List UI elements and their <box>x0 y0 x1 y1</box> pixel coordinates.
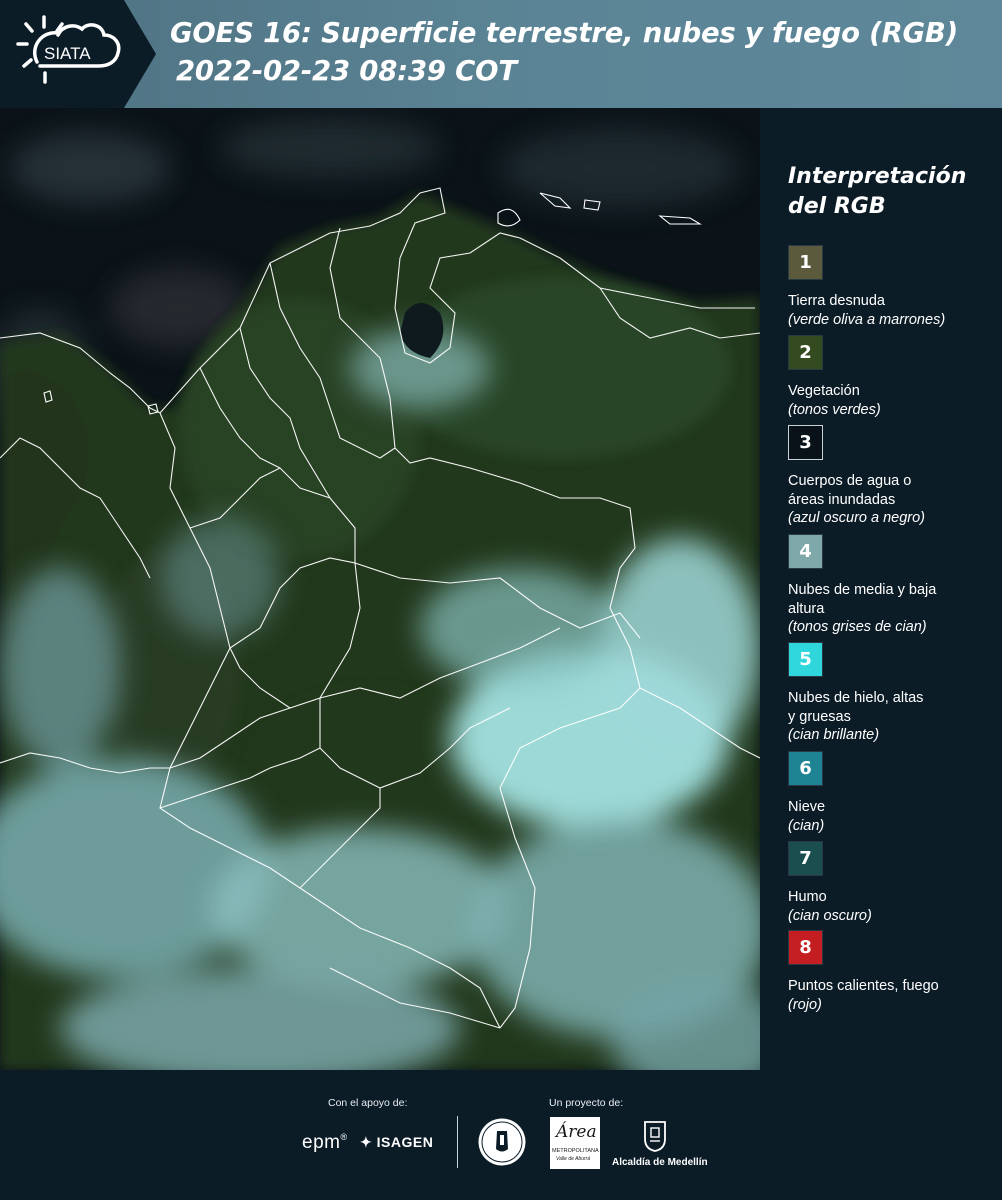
legend-label: Tierra desnuda <box>788 293 885 309</box>
isagen-logo: ✦ ISAGEN <box>360 1134 434 1150</box>
title-timestamp: 2022-02-23 08:39 COT <box>176 55 517 87</box>
satellite-map[interactable] <box>0 108 760 1070</box>
legend-label: Vegetación <box>788 383 860 399</box>
area-metropolitana-small: METROPOLITANA <box>552 1148 599 1154</box>
project-label: Un proyecto de: <box>549 1097 624 1109</box>
legend-swatch: 6 <box>788 751 823 786</box>
sun-cloud-icon: SIATA <box>16 15 121 84</box>
coat-of-arms-icon <box>644 1121 666 1152</box>
header: SIATA GOES 16: Superficie terrestre, nub… <box>0 0 1002 108</box>
legend-item-mid-low-clouds: 4 Nubes de media y baja altura (tonos gr… <box>788 534 948 637</box>
legend-note: (azul oscuro a negro) <box>788 510 926 526</box>
legend-note: (cian brillante) <box>788 727 880 743</box>
legend-swatch: 4 <box>788 534 823 569</box>
siata-logo-text: SIATA <box>44 44 91 63</box>
legend-note: (cian oscuro) <box>788 907 872 924</box>
satellite-image <box>0 108 760 1070</box>
footer: Con el apoyo de: Un proyecto de: epm® ✦ … <box>0 1070 1002 1200</box>
page-title: GOES 16: Superficie terrestre, nubes y f… <box>170 14 958 90</box>
legend-note: (rojo) <box>788 996 822 1013</box>
legend-swatch: 8 <box>788 930 823 965</box>
legend-note: (tonos verdes) <box>788 401 881 418</box>
legend-item-fire: 8 Puntos calientes, fuego (rojo) <box>788 930 988 1014</box>
legend-note: (cian) <box>788 817 825 834</box>
legend-note: (tonos grises de cian) <box>788 619 927 635</box>
legend-swatch: 1 <box>788 245 823 280</box>
legend-label: Humo <box>788 889 827 905</box>
legend-item-ice-clouds: 5 Nubes de hielo, altas y gruesas (cian … <box>788 642 928 745</box>
alcaldia-logo: Alcaldía de Medellín <box>612 1117 708 1173</box>
epm-logo: epm® <box>302 1132 348 1153</box>
legend-title-line-1: Interpretación <box>788 164 967 189</box>
legend-label: Puntos calientes, fuego <box>788 978 939 994</box>
title-line-1: GOES 16: Superficie terrestre, nubes y f… <box>170 17 959 49</box>
isagen-icon: ✦ <box>360 1134 373 1150</box>
legend-note: (verde oliva a marrones) <box>788 311 946 328</box>
legend-item-bare-land: 1 Tierra desnuda (verde oliva a marrones… <box>788 245 988 329</box>
legend-item-vegetation: 2 Vegetación (tonos verdes) <box>788 335 988 419</box>
footer-divider <box>457 1116 458 1168</box>
legend-label: Nubes de media y baja altura <box>788 582 937 617</box>
area-metropolitana-logo: Área METROPOLITANA Valle de Aburrá <box>550 1117 600 1169</box>
area-metropolitana-sub: Valle de Aburrá <box>556 1156 591 1162</box>
legend-item-snow: 6 Nieve (cian) <box>788 751 988 835</box>
legend-item-smoke: 7 Humo (cian oscuro) <box>788 841 988 925</box>
university-seal-icon <box>477 1117 527 1167</box>
siata-logo: SIATA <box>0 0 150 108</box>
legend-item-water: 3 Cuerpos de agua o áreas inundadas (azu… <box>788 425 948 528</box>
legend-swatch: 7 <box>788 841 823 876</box>
legend-swatch: 2 <box>788 335 823 370</box>
legend-panel: Interpretación del RGB 1 Tierra desnuda … <box>760 108 1002 1070</box>
legend-label: Nubes de hielo, altas y gruesas <box>788 690 924 725</box>
legend-swatch: 3 <box>788 425 823 460</box>
legend-title: Interpretación del RGB <box>788 162 966 222</box>
legend-label: Nieve <box>788 799 826 815</box>
alcaldia-label: Alcaldía de Medellín <box>612 1157 708 1168</box>
legend-label: Cuerpos de agua o áreas inundadas <box>788 473 912 508</box>
legend-swatch: 5 <box>788 642 823 677</box>
area-metropolitana-script: Área <box>556 1122 597 1142</box>
support-label: Con el apoyo de: <box>328 1097 408 1109</box>
legend-title-line-2: del RGB <box>788 194 886 219</box>
